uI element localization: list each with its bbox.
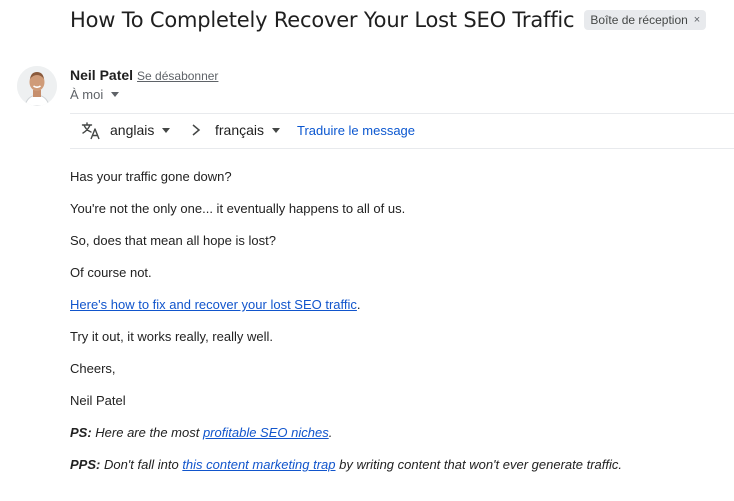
avatar[interactable]	[17, 66, 57, 106]
chevron-right-icon	[192, 124, 201, 136]
email-subject: How To Completely Recover Your Lost SEO …	[70, 8, 575, 32]
sender-name[interactable]: Neil Patel	[70, 67, 133, 83]
email-body: Has your traffic gone down? You're not t…	[70, 168, 730, 488]
content-marketing-trap-link[interactable]: this content marketing trap	[182, 457, 335, 472]
body-text: .	[356, 297, 361, 312]
remove-label-icon[interactable]: ×	[694, 14, 700, 26]
inbox-label-chip[interactable]: Boîte de réception ×	[584, 10, 707, 30]
source-language-dropdown[interactable]: anglais	[110, 122, 171, 138]
translate-bar: anglais français Traduire le message	[70, 113, 734, 149]
body-line: Of course not.	[70, 265, 152, 280]
translate-icon	[81, 122, 100, 140]
body-line: So, does that mean all hope is lost?	[70, 233, 276, 248]
ps-tail: .	[328, 425, 333, 440]
chevron-down-icon	[111, 92, 120, 97]
chevron-down-icon	[272, 127, 281, 133]
translate-message-button[interactable]: Traduire le message	[297, 123, 415, 138]
body-line: Has your traffic gone down?	[70, 169, 232, 184]
pps-line: PPS: Don't fall into this content market…	[70, 456, 730, 488]
pps-text: Don't fall into	[100, 457, 183, 472]
recipient-label: À moi	[70, 87, 104, 102]
pps-tail: by writing content that won't ever gener…	[335, 457, 622, 472]
body-line: Try it out, it works really, really well…	[70, 329, 273, 344]
target-language-label: français	[215, 122, 265, 138]
chevron-down-icon	[162, 127, 171, 133]
source-language-label: anglais	[110, 122, 155, 138]
profitable-niches-link[interactable]: profitable SEO niches	[203, 425, 329, 440]
recipient-details-toggle[interactable]: À moi	[70, 87, 120, 102]
target-language-dropdown[interactable]: français	[215, 122, 281, 138]
sender-photo-icon	[17, 66, 57, 106]
signature: Neil Patel	[70, 393, 126, 408]
unsubscribe-link[interactable]: Se désabonner	[137, 69, 218, 83]
sender-line: Neil Patel Se désabonner	[70, 67, 218, 83]
body-line: You're not the only one... it eventually…	[70, 201, 406, 216]
email-header: How To Completely Recover Your Lost SEO …	[70, 8, 707, 32]
ps-line: PS: Here are the most profitable SEO nic…	[70, 424, 730, 456]
pps-label: PPS:	[70, 457, 101, 472]
body-line: Here's how to fix and recover your lost …	[70, 296, 730, 328]
recover-seo-traffic-link[interactable]: Here's how to fix and recover your lost …	[70, 297, 357, 312]
label-text: Boîte de réception	[590, 13, 688, 27]
ps-label: PS:	[70, 425, 92, 440]
ps-text: Here are the most	[91, 425, 203, 440]
body-line: Cheers,	[70, 361, 116, 376]
